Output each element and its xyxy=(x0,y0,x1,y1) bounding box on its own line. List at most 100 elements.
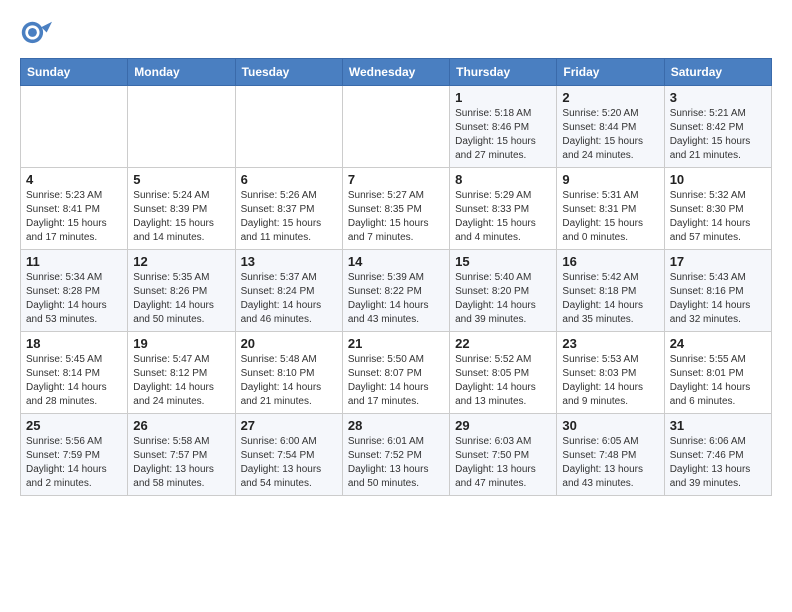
cell-2-1: 12 Sunrise: 5:35 AM Sunset: 8:26 PM Dayli… xyxy=(128,250,235,332)
day-info: Sunrise: 5:56 AM Sunset: 7:59 PM Dayligh… xyxy=(26,435,122,491)
cell-3-6: 24 Sunrise: 5:55 AM Sunset: 8:01 PM Dayli… xyxy=(664,332,771,414)
cell-4-4: 29 Sunrise: 6:03 AM Sunset: 7:50 PM Dayli… xyxy=(450,414,557,496)
day-info: Sunrise: 5:26 AM Sunset: 8:37 PM Dayligh… xyxy=(241,189,337,245)
day-number: 18 xyxy=(26,336,122,351)
day-info: Sunrise: 6:00 AM Sunset: 7:54 PM Dayligh… xyxy=(241,435,337,491)
cell-1-0: 4Sunrise: 5:23 AM Sunset: 8:41 PM Daylig… xyxy=(21,168,128,250)
day-number: 26 xyxy=(133,418,229,433)
day-number: 13 xyxy=(241,254,337,269)
day-info: Sunrise: 5:32 AM Sunset: 8:30 PM Dayligh… xyxy=(670,189,766,245)
day-number: 7 xyxy=(348,172,444,187)
day-number: 6 xyxy=(241,172,337,187)
cell-3-0: 18 Sunrise: 5:45 AM Sunset: 8:14 PM Dayli… xyxy=(21,332,128,414)
day-number: 23 xyxy=(562,336,658,351)
day-number: 5 xyxy=(133,172,229,187)
cell-0-3 xyxy=(342,86,449,168)
cell-1-5: 9Sunrise: 5:31 AM Sunset: 8:31 PM Daylig… xyxy=(557,168,664,250)
day-info: Sunrise: 5:48 AM Sunset: 8:10 PM Dayligh… xyxy=(241,353,337,409)
day-number: 4 xyxy=(26,172,122,187)
cell-3-2: 20 Sunrise: 5:48 AM Sunset: 8:10 PM Dayli… xyxy=(235,332,342,414)
cell-1-6: 10 Sunrise: 5:32 AM Sunset: 8:30 PM Dayli… xyxy=(664,168,771,250)
day-info: Sunrise: 5:39 AM Sunset: 8:22 PM Dayligh… xyxy=(348,271,444,327)
day-info: Sunrise: 6:06 AM Sunset: 7:46 PM Dayligh… xyxy=(670,435,766,491)
cell-3-1: 19 Sunrise: 5:47 AM Sunset: 8:12 PM Dayli… xyxy=(128,332,235,414)
day-info: Sunrise: 5:58 AM Sunset: 7:57 PM Dayligh… xyxy=(133,435,229,491)
col-header-wednesday: Wednesday xyxy=(342,59,449,86)
day-number: 16 xyxy=(562,254,658,269)
cell-4-3: 28 Sunrise: 6:01 AM Sunset: 7:52 PM Dayli… xyxy=(342,414,449,496)
day-info: Sunrise: 5:18 AM Sunset: 8:46 PM Dayligh… xyxy=(455,107,551,163)
day-number: 29 xyxy=(455,418,551,433)
cell-1-4: 8 Sunrise: 5:29 AM Sunset: 8:33 PM Daylig… xyxy=(450,168,557,250)
week-row-2: 11 Sunrise: 5:34 AM Sunset: 8:28 PM Dayli… xyxy=(21,250,772,332)
day-number: 9 xyxy=(562,172,658,187)
day-info: Sunrise: 5:43 AM Sunset: 8:16 PM Dayligh… xyxy=(670,271,766,327)
cell-4-2: 27 Sunrise: 6:00 AM Sunset: 7:54 PM Dayli… xyxy=(235,414,342,496)
cell-2-6: 17 Sunrise: 5:43 AM Sunset: 8:16 PM Dayli… xyxy=(664,250,771,332)
day-number: 24 xyxy=(670,336,766,351)
day-number: 30 xyxy=(562,418,658,433)
day-number: 12 xyxy=(133,254,229,269)
day-info: Sunrise: 5:50 AM Sunset: 8:07 PM Dayligh… xyxy=(348,353,444,409)
day-info: Sunrise: 5:55 AM Sunset: 8:01 PM Dayligh… xyxy=(670,353,766,409)
cell-4-0: 25 Sunrise: 5:56 AM Sunset: 7:59 PM Dayli… xyxy=(21,414,128,496)
day-info: Sunrise: 5:34 AM Sunset: 8:28 PM Dayligh… xyxy=(26,271,122,327)
day-number: 17 xyxy=(670,254,766,269)
day-number: 19 xyxy=(133,336,229,351)
week-row-1: 4Sunrise: 5:23 AM Sunset: 8:41 PM Daylig… xyxy=(21,168,772,250)
cell-2-0: 11 Sunrise: 5:34 AM Sunset: 8:28 PM Dayli… xyxy=(21,250,128,332)
day-info: Sunrise: 6:05 AM Sunset: 7:48 PM Dayligh… xyxy=(562,435,658,491)
col-header-monday: Monday xyxy=(128,59,235,86)
cell-1-3: 7Sunrise: 5:27 AM Sunset: 8:35 PM Daylig… xyxy=(342,168,449,250)
day-number: 25 xyxy=(26,418,122,433)
day-number: 27 xyxy=(241,418,337,433)
cell-0-0 xyxy=(21,86,128,168)
header-row xyxy=(20,16,772,52)
col-header-tuesday: Tuesday xyxy=(235,59,342,86)
day-info: Sunrise: 5:47 AM Sunset: 8:12 PM Dayligh… xyxy=(133,353,229,409)
col-header-thursday: Thursday xyxy=(450,59,557,86)
cell-4-5: 30 Sunrise: 6:05 AM Sunset: 7:48 PM Dayli… xyxy=(557,414,664,496)
day-number: 2 xyxy=(562,90,658,105)
day-number: 22 xyxy=(455,336,551,351)
day-number: 1 xyxy=(455,90,551,105)
day-info: Sunrise: 6:01 AM Sunset: 7:52 PM Dayligh… xyxy=(348,435,444,491)
cell-4-1: 26 Sunrise: 5:58 AM Sunset: 7:57 PM Dayli… xyxy=(128,414,235,496)
day-number: 15 xyxy=(455,254,551,269)
day-info: Sunrise: 5:53 AM Sunset: 8:03 PM Dayligh… xyxy=(562,353,658,409)
header-row-days: SundayMondayTuesdayWednesdayThursdayFrid… xyxy=(21,59,772,86)
day-info: Sunrise: 5:42 AM Sunset: 8:18 PM Dayligh… xyxy=(562,271,658,327)
page: SundayMondayTuesdayWednesdayThursdayFrid… xyxy=(0,0,792,506)
day-info: Sunrise: 5:40 AM Sunset: 8:20 PM Dayligh… xyxy=(455,271,551,327)
day-number: 28 xyxy=(348,418,444,433)
col-header-saturday: Saturday xyxy=(664,59,771,86)
day-number: 14 xyxy=(348,254,444,269)
cell-2-5: 16 Sunrise: 5:42 AM Sunset: 8:18 PM Dayli… xyxy=(557,250,664,332)
day-number: 11 xyxy=(26,254,122,269)
week-row-0: 1 Sunrise: 5:18 AM Sunset: 8:46 PM Daylig… xyxy=(21,86,772,168)
week-row-4: 25 Sunrise: 5:56 AM Sunset: 7:59 PM Dayli… xyxy=(21,414,772,496)
cell-2-3: 14 Sunrise: 5:39 AM Sunset: 8:22 PM Dayli… xyxy=(342,250,449,332)
cell-0-4: 1 Sunrise: 5:18 AM Sunset: 8:46 PM Daylig… xyxy=(450,86,557,168)
col-header-friday: Friday xyxy=(557,59,664,86)
cell-3-5: 23 Sunrise: 5:53 AM Sunset: 8:03 PM Dayli… xyxy=(557,332,664,414)
cell-3-4: 22Sunrise: 5:52 AM Sunset: 8:05 PM Dayli… xyxy=(450,332,557,414)
day-info: Sunrise: 5:24 AM Sunset: 8:39 PM Dayligh… xyxy=(133,189,229,245)
day-number: 10 xyxy=(670,172,766,187)
cell-1-1: 5 Sunrise: 5:24 AM Sunset: 8:39 PM Daylig… xyxy=(128,168,235,250)
day-number: 20 xyxy=(241,336,337,351)
cell-0-6: 3Sunrise: 5:21 AM Sunset: 8:42 PM Daylig… xyxy=(664,86,771,168)
calendar-table: SundayMondayTuesdayWednesdayThursdayFrid… xyxy=(20,58,772,496)
day-info: Sunrise: 5:45 AM Sunset: 8:14 PM Dayligh… xyxy=(26,353,122,409)
day-info: Sunrise: 5:29 AM Sunset: 8:33 PM Dayligh… xyxy=(455,189,551,245)
day-info: Sunrise: 5:35 AM Sunset: 8:26 PM Dayligh… xyxy=(133,271,229,327)
day-number: 3 xyxy=(670,90,766,105)
day-info: Sunrise: 6:03 AM Sunset: 7:50 PM Dayligh… xyxy=(455,435,551,491)
cell-0-1 xyxy=(128,86,235,168)
cell-2-4: 15 Sunrise: 5:40 AM Sunset: 8:20 PM Dayli… xyxy=(450,250,557,332)
cell-1-2: 6 Sunrise: 5:26 AM Sunset: 8:37 PM Daylig… xyxy=(235,168,342,250)
day-number: 31 xyxy=(670,418,766,433)
col-header-sunday: Sunday xyxy=(21,59,128,86)
day-number: 8 xyxy=(455,172,551,187)
cell-4-6: 31 Sunrise: 6:06 AM Sunset: 7:46 PM Dayli… xyxy=(664,414,771,496)
